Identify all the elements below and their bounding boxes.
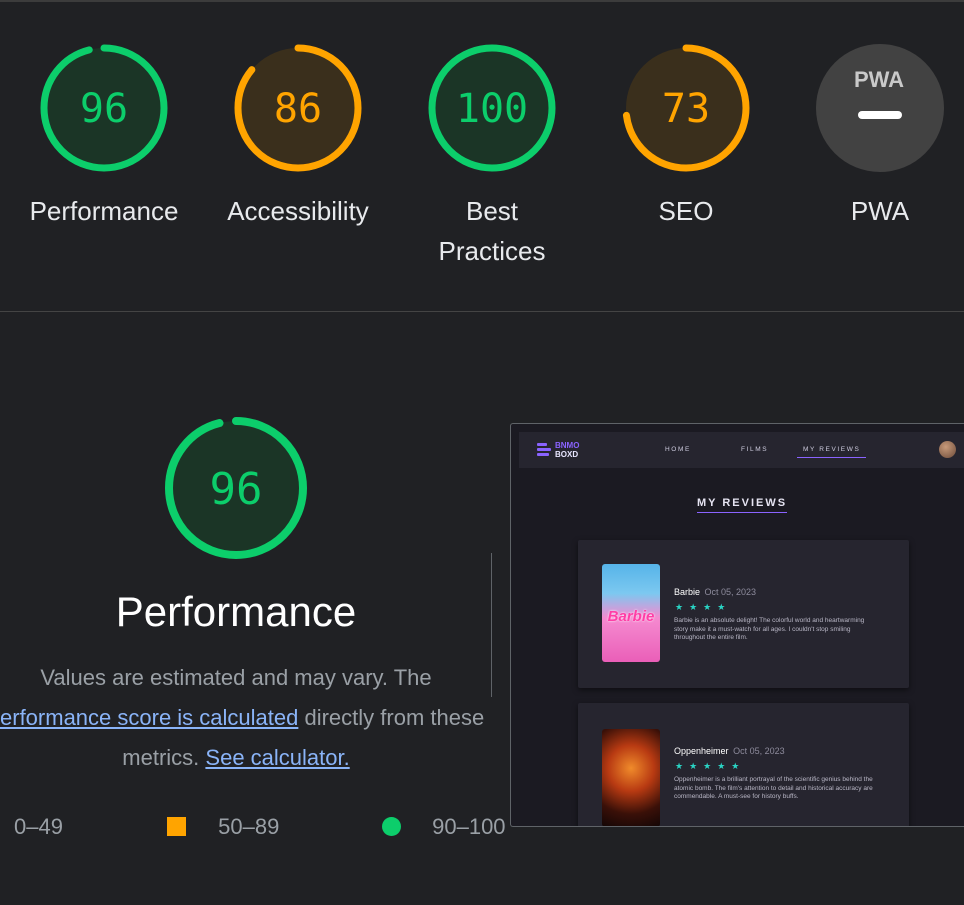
top-border [0,0,964,2]
accessibility-gauge-ring: 86 [234,44,362,172]
logo-bars-icon [537,443,553,459]
pwa-badge-text: PWA [854,67,904,92]
preview-nav-films: FILMS [741,446,769,453]
preview-nav-home: HOME [665,446,691,453]
main-performance-ring: 96 [165,417,307,559]
preview-avatar [939,441,956,458]
best-practices-score: 100 [456,86,528,132]
review-heading: Barbie Oct 05, 2023 [674,587,756,597]
legend-fail: 0–49 [14,814,63,840]
performance-label: Performance [29,196,179,226]
legend-fail-label: 0–49 [14,814,63,839]
green-circle-icon [382,817,401,836]
gauge-accessibility[interactable]: 86 Accessibility [198,43,398,231]
seo-label: SEO [658,196,714,226]
legend-pass: 90–100 [382,814,506,840]
desc-prefix: Values are estimated and may vary. The [40,665,432,690]
review-film: Oppenheimer [674,746,729,756]
pwa-badge-icon: PWA [816,44,944,172]
main-performance-title: Performance [115,588,357,635]
gauge-performance[interactable]: 96 Performance [4,43,204,231]
oppenheimer-poster [602,729,660,826]
pwa-label: PWA [850,196,910,226]
performance-description: Values are estimated and may vary. The p… [0,658,512,778]
review-date: Oct 05, 2023 [704,587,757,597]
legend-average: 50–89 [167,814,279,840]
seo-score: 73 [662,86,710,132]
barbie-poster: Barbie [602,564,660,662]
gauge-best-practices[interactable]: 100 Best Practices [392,43,592,271]
review-date: Oct 05, 2023 [733,746,785,756]
preview-nav-my-reviews: MY REVIEWS [797,446,867,458]
legend-pass-label: 90–100 [432,814,506,839]
main-performance-gauge: 96 [136,415,336,566]
best-practices-label: Best Practices [392,191,592,271]
pwa-dash-icon [858,111,902,119]
accessibility-label: Accessibility [227,196,369,226]
orange-square-icon [167,817,186,836]
logo-line1: BNMO [555,441,580,450]
review-film: Barbie [674,587,701,597]
best-practices-label-line2: Practices [438,236,546,266]
logo-line2: BOXD [555,450,579,459]
performance-score: 96 [80,86,128,132]
score-calculation-link[interactable]: performance score is calculated [0,705,298,730]
review-card: Oppenheimer Oct 05, 2023 ★★★★★ Oppenheim… [578,703,909,826]
performance-gauge-ring: 96 [40,44,168,172]
best-practices-label-line1: Best [465,196,519,226]
review-heading: Oppenheimer Oct 05, 2023 [674,746,785,756]
best-practices-gauge-ring: 100 [428,44,556,172]
review-stars: ★★★★★ [675,761,746,771]
legend-average-label: 50–89 [218,814,280,839]
preview-logo: BNMO BOXD [537,441,587,461]
preview-page-title: MY REVIEWS [697,497,788,513]
gauge-seo[interactable]: 73 SEO [586,43,786,231]
see-calculator-link[interactable]: See calculator. [205,745,349,770]
accessibility-score: 86 [274,86,322,132]
review-stars: ★★★★ [675,602,732,612]
barbie-poster-title: Barbie [607,608,655,625]
main-performance-score: 96 [210,464,263,515]
seo-gauge-ring: 73 [622,44,750,172]
page-screenshot-preview: BNMO BOXD HOME FILMS MY REVIEWS MY REVIE… [510,423,964,827]
preview-navbar: BNMO BOXD HOME FILMS MY REVIEWS [519,432,964,468]
section-divider [0,311,964,312]
review-body: Oppenheimer is a brilliant portrayal of … [674,776,873,800]
review-body: Barbie is an absolute delight! The color… [674,617,865,641]
review-card: Barbie Barbie Oct 05, 2023 ★★★★ Barbie i… [578,540,909,688]
gauge-pwa[interactable]: PWA PWA [780,43,964,231]
vertical-divider [491,553,492,697]
